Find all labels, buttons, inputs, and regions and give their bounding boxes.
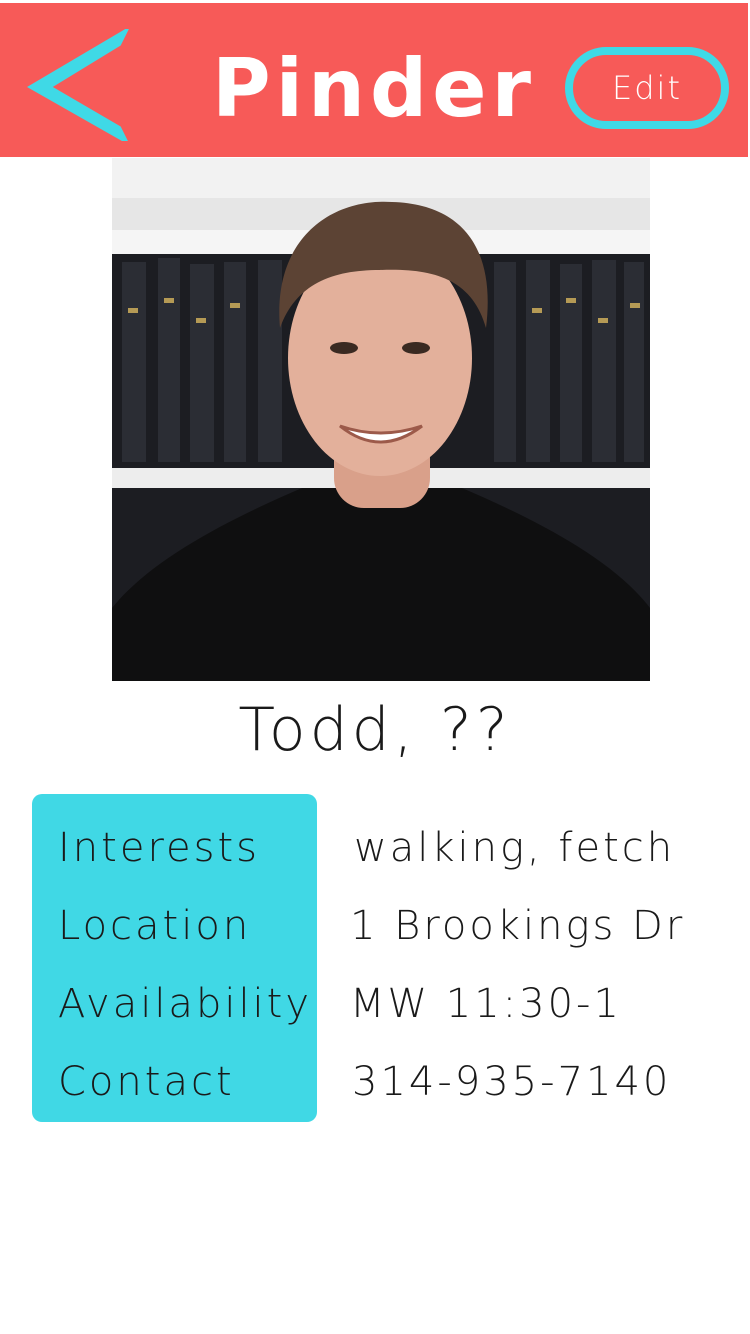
location-label: Location bbox=[58, 903, 252, 949]
location-value: 1 Brookings Dr bbox=[350, 903, 686, 949]
availability-label: Availability bbox=[58, 981, 313, 1027]
availability-value: MW 11:30-1 bbox=[350, 981, 622, 1027]
interests-value: walking, fetch bbox=[354, 825, 676, 871]
edit-button[interactable]: Edit bbox=[565, 47, 729, 129]
contact-value: 314-935-7140 bbox=[352, 1059, 672, 1105]
contact-label: Contact bbox=[58, 1059, 235, 1105]
profile-photo bbox=[112, 158, 650, 681]
profile-name-age: Todd, ?? bbox=[238, 695, 512, 765]
interests-label: Interests bbox=[58, 825, 260, 871]
app-header: Pinder Edit bbox=[0, 3, 748, 157]
